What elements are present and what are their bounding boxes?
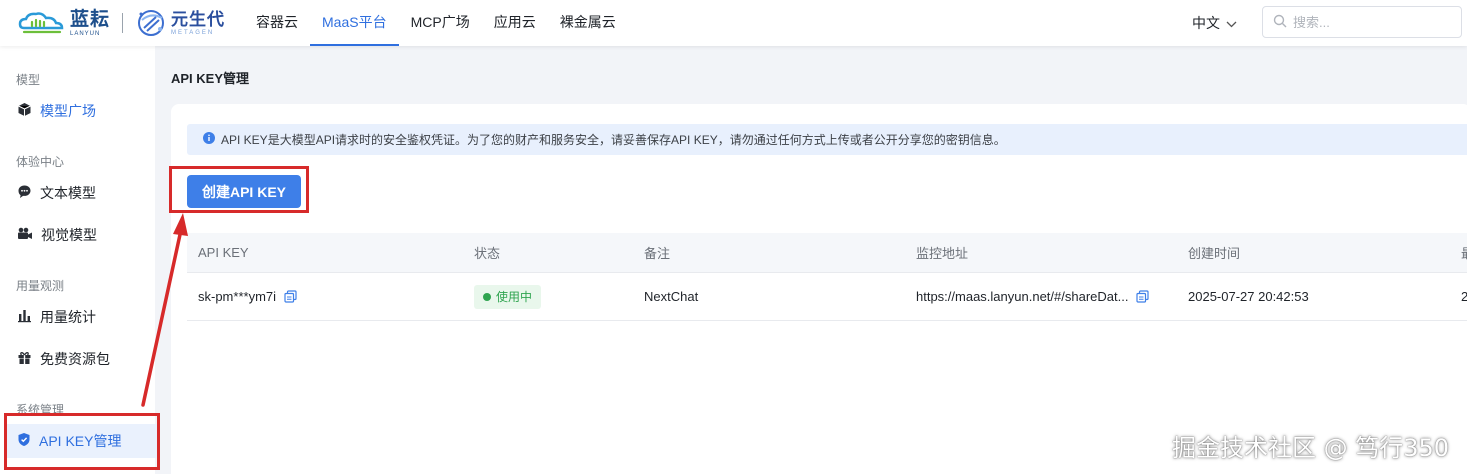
- copy-icon[interactable]: [1136, 290, 1150, 303]
- monitor-url-cell: https://maas.lanyun.net/#/shareDat...: [916, 273, 1150, 320]
- sidebar-item-free-pack[interactable]: 免费资源包: [4, 342, 159, 376]
- sidebar-group-experience: 体验中心: [16, 155, 65, 169]
- create-api-key-button[interactable]: 创建API KEY: [187, 175, 301, 208]
- logo-subtitle: LANYUN: [70, 30, 101, 37]
- sidebar-item-vision-model[interactable]: 视觉模型: [4, 218, 159, 252]
- created-at-cell: 2025-07-27 20:42:53: [1188, 289, 1309, 304]
- sidebar-item-label: 模型广场: [40, 103, 96, 119]
- table-row[interactable]: sk-pm***ym7i 使用中 NextChat https://maas.l…: [187, 273, 1467, 321]
- video-camera-icon: [17, 226, 33, 244]
- api-key-cell: sk-pm***ym7i: [198, 273, 297, 320]
- logo-name: 蓝耘: [70, 8, 111, 30]
- column-header-status: 状态: [474, 246, 501, 261]
- sidebar-group-usage: 用量观测: [16, 279, 65, 293]
- sidebar-item-usage-stats[interactable]: 用量统计: [4, 300, 159, 334]
- nav-mcp-square[interactable]: MCP广场: [399, 0, 482, 46]
- column-header-last: 最: [1461, 233, 1467, 272]
- nav-container-cloud[interactable]: 容器云: [244, 0, 310, 46]
- bar-chart-icon: [17, 308, 32, 326]
- api-key-value: sk-pm***ym7i: [198, 289, 277, 304]
- sidebar-item-label: 视觉模型: [41, 227, 97, 243]
- info-icon: [203, 132, 215, 147]
- nav-app-cloud[interactable]: 应用云: [482, 0, 548, 46]
- sidebar-group-system: 系统管理: [16, 403, 65, 417]
- column-header-monitor-url: 监控地址: [916, 246, 969, 261]
- page-title: API KEY管理: [171, 71, 250, 86]
- language-selector[interactable]: 中文: [1192, 13, 1237, 33]
- sidebar: 模型 模型广场 体验中心 文本模型 视觉模型 用量观测 用量统计 免费资源包 系…: [0, 46, 159, 474]
- chat-bubble-icon: [17, 184, 32, 202]
- shield-icon: [17, 432, 31, 450]
- api-key-table: API KEY 状态 备注 监控地址 创建时间 最 sk-pm***ym7i 使…: [187, 233, 1467, 321]
- sidebar-group-model: 模型: [16, 73, 41, 87]
- column-header-created-at: 创建时间: [1188, 246, 1241, 261]
- cube-icon: [17, 102, 32, 120]
- sidebar-item-label: API KEY管理: [39, 433, 122, 449]
- sidebar-item-model-square[interactable]: 模型广场: [4, 94, 159, 128]
- partner-logo-subtitle: METAGEN: [171, 29, 215, 36]
- watermark: 掘金技术社区 @ 笃行350: [1172, 434, 1450, 462]
- gift-icon: [17, 350, 32, 368]
- status-badge: 使用中: [474, 284, 542, 309]
- status-dot-icon: [483, 292, 491, 301]
- logo[interactable]: 蓝耘 LANYUN 元生代 METAGEN: [18, 8, 225, 38]
- monitor-url-value: https://maas.lanyun.net/#/shareDat...: [916, 289, 1129, 304]
- sidebar-item-api-key[interactable]: API KEY管理: [4, 424, 159, 458]
- info-text: API KEY是大模型API请求时的安全鉴权凭证。为了您的财产和服务安全，请妥善…: [221, 133, 1006, 147]
- column-header-note: 备注: [644, 246, 671, 261]
- language-label: 中文: [1192, 15, 1220, 31]
- search-box[interactable]: [1262, 6, 1462, 38]
- copy-icon[interactable]: [284, 290, 297, 303]
- search-icon: [1273, 14, 1287, 31]
- column-header-api-key: API KEY: [198, 245, 249, 260]
- logo-divider: [122, 13, 124, 33]
- top-bar: 蓝耘 LANYUN 元生代 METAGEN 容器云 MaaS平台 MCP广场 应…: [0, 0, 1467, 46]
- status-text: 使用中: [496, 290, 533, 304]
- chevron-down-icon: [1226, 15, 1237, 31]
- nav-maas-platform[interactable]: MaaS平台: [310, 0, 399, 46]
- note-cell: NextChat: [644, 289, 699, 304]
- lanyun-logo-icon: [18, 10, 66, 36]
- sidebar-item-label: 文本模型: [40, 185, 96, 201]
- sidebar-item-label: 免费资源包: [40, 351, 110, 367]
- partner-logo-name: 元生代: [171, 9, 226, 29]
- last-column-cell: 2: [1461, 289, 1467, 304]
- table-header: API KEY 状态 备注 监控地址 创建时间 最: [187, 233, 1467, 273]
- sidebar-item-text-model[interactable]: 文本模型: [4, 176, 159, 210]
- status-cell: 使用中: [474, 273, 542, 320]
- nav-bare-metal-cloud[interactable]: 裸金属云: [548, 0, 628, 46]
- info-alert: API KEY是大模型API请求时的安全鉴权凭证。为了您的财产和服务安全，请妥善…: [187, 124, 1467, 155]
- top-nav: 容器云 MaaS平台 MCP广场 应用云 裸金属云: [244, 0, 628, 46]
- search-input[interactable]: [1293, 14, 1443, 30]
- sidebar-item-label: 用量统计: [40, 309, 96, 325]
- metagen-logo-icon: [135, 8, 169, 38]
